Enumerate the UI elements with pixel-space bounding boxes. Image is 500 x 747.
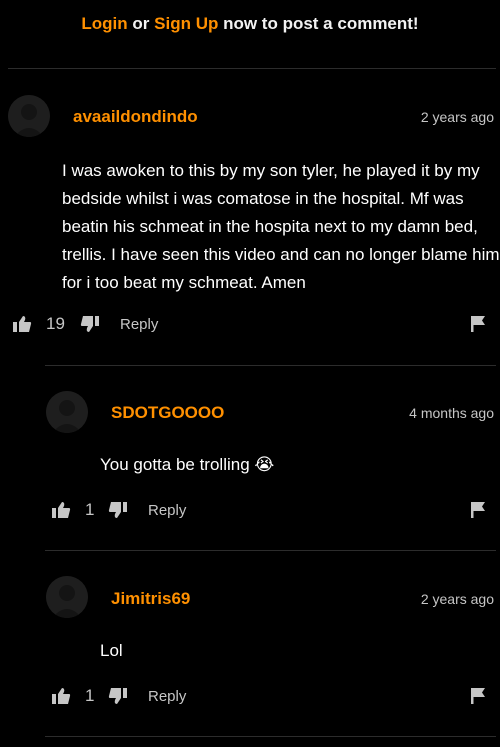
reply-button[interactable]: Reply: [148, 498, 186, 522]
comment-text: Lol: [100, 641, 123, 660]
divider: [8, 68, 496, 69]
comment-text: I was awoken to this by my son tyler, he…: [62, 161, 500, 292]
thumbs-up-icon[interactable]: [51, 498, 71, 522]
comment-username[interactable]: avaaildondindo: [73, 107, 198, 127]
user-avatar[interactable]: [46, 576, 88, 618]
comment-timestamp: 2 years ago: [420, 591, 494, 607]
comment-actions: 1 Reply: [0, 498, 500, 522]
default-avatar-icon: [46, 576, 88, 618]
comment-actions: 1 Reply: [0, 684, 500, 708]
thumbs-down-icon[interactable]: [108, 498, 128, 522]
or-text: or: [132, 14, 150, 33]
like-count: 1: [85, 500, 95, 519]
divider: [45, 736, 496, 737]
comment-username[interactable]: SDOTGOOOO: [111, 403, 224, 423]
divider: [45, 365, 496, 366]
login-prompt: Login or Sign Up now to post a comment!: [0, 10, 500, 38]
comment-actions: 19 Reply: [0, 312, 500, 336]
comment-username[interactable]: Jimitris69: [111, 589, 190, 609]
reply-button[interactable]: Reply: [148, 684, 186, 708]
login-link[interactable]: Login: [81, 14, 127, 33]
default-avatar-icon: [46, 391, 88, 433]
thumbs-up-icon[interactable]: [51, 684, 71, 708]
thumbs-down-icon[interactable]: [80, 312, 100, 336]
comment-text: You gotta be trolling 😭: [100, 455, 275, 474]
user-avatar[interactable]: [8, 95, 50, 137]
comment-timestamp: 2 years ago: [420, 109, 494, 125]
flag-icon[interactable]: [470, 684, 486, 708]
comment-timestamp: 4 months ago: [409, 405, 494, 421]
thumbs-down-icon[interactable]: [108, 684, 128, 708]
user-avatar[interactable]: [46, 391, 88, 433]
divider: [45, 550, 496, 551]
reply-button[interactable]: Reply: [120, 312, 158, 336]
signup-link[interactable]: Sign Up: [154, 14, 218, 33]
thumbs-up-icon[interactable]: [12, 312, 32, 336]
comments-section: Login or Sign Up now to post a comment! …: [0, 0, 500, 747]
default-avatar-icon: [8, 95, 50, 137]
login-prompt-suffix: now to post a comment!: [223, 14, 419, 33]
flag-icon[interactable]: [470, 498, 486, 522]
like-count: 19: [46, 314, 65, 333]
flag-icon[interactable]: [470, 312, 486, 336]
like-count: 1: [85, 686, 95, 705]
